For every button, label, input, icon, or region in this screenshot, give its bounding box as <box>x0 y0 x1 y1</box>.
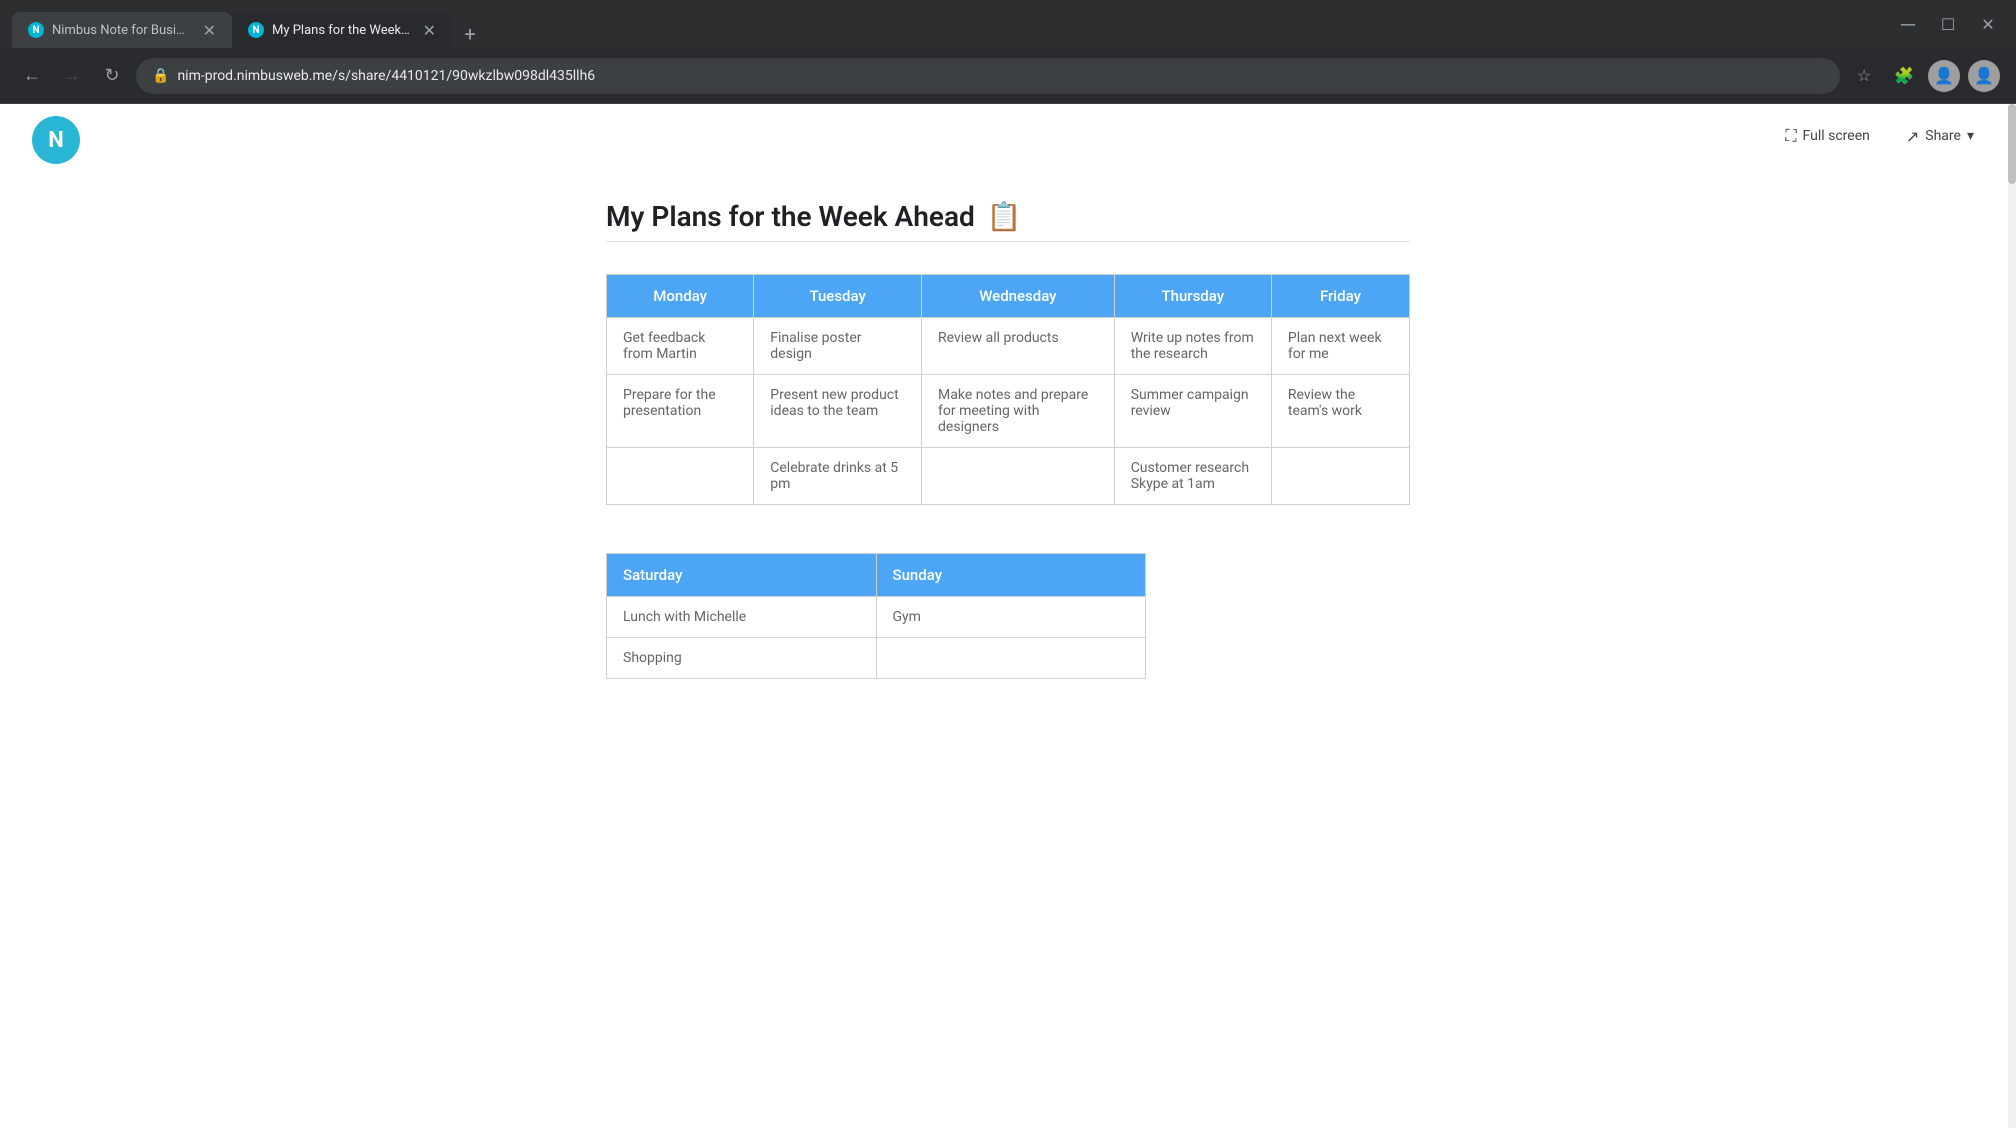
tab-2-icon: N <box>248 22 264 38</box>
tab-1-title: Nimbus Note for Business - Org... <box>52 23 191 38</box>
minimize-button[interactable]: ─ <box>1892 8 1924 40</box>
table-row: Shopping <box>607 638 1146 679</box>
table-row: Prepare for the presentation Present new… <box>607 375 1410 448</box>
share-label: Share <box>1925 128 1961 144</box>
thu-row1: Write up notes from the research <box>1114 318 1271 375</box>
share-button[interactable]: ↗ Share ▾ <box>1896 120 1984 152</box>
page-content: N ⛶ Full screen ↗ Share ▾ My Plans for t… <box>0 104 2016 1128</box>
user-avatar-1[interactable]: 👤 <box>1928 60 1960 92</box>
fullscreen-icon: ⛶ <box>1785 126 1796 146</box>
tab-bar: N Nimbus Note for Business - Org... ✕ N … <box>12 0 1884 48</box>
address-text: nim-prod.nimbusweb.me/s/share/4410121/90… <box>177 68 1824 84</box>
extensions-icon[interactable]: 🧩 <box>1888 60 1920 92</box>
tab-1[interactable]: N Nimbus Note for Business - Org... ✕ <box>12 12 232 48</box>
address-bar[interactable]: 🔒 nim-prod.nimbusweb.me/s/share/4410121/… <box>136 58 1840 94</box>
fri-row2: Review the team's work <box>1271 375 1409 448</box>
header-tuesday: Tuesday <box>754 275 922 318</box>
reload-button[interactable]: ↻ <box>96 60 128 92</box>
mon-row2: Prepare for the presentation <box>607 375 754 448</box>
document-divider <box>606 241 1410 242</box>
header-wednesday: Wednesday <box>922 275 1115 318</box>
tab-2-close[interactable]: ✕ <box>423 21 436 40</box>
weekend-table: Saturday Sunday Lunch with Michelle Gym … <box>606 553 1146 679</box>
scrollbar-track <box>2008 104 2016 1128</box>
tab-2[interactable]: N My Plans for the Week Ahead ✕ <box>232 12 452 48</box>
sun-row1: Gym <box>876 597 1146 638</box>
wed-row3 <box>922 448 1115 505</box>
sat-row1: Lunch with Michelle <box>607 597 877 638</box>
mon-row1: Get feedback from Martin <box>607 318 754 375</box>
tue-row1: Finalise poster design <box>754 318 922 375</box>
thu-row3: Customer research Skype at 1am <box>1114 448 1271 505</box>
document-title-text: My Plans for the Week Ahead <box>606 200 975 233</box>
fullscreen-button[interactable]: ⛶ Full screen <box>1775 120 1880 152</box>
new-tab-button[interactable]: + <box>456 20 484 48</box>
header-monday: Monday <box>607 275 754 318</box>
fri-row3 <box>1271 448 1409 505</box>
table-row: Lunch with Michelle Gym <box>607 597 1146 638</box>
browser-chrome: N Nimbus Note for Business - Org... ✕ N … <box>0 0 2016 48</box>
navigation-bar: ← → ↻ 🔒 nim-prod.nimbusweb.me/s/share/44… <box>0 48 2016 104</box>
maximize-button[interactable]: ☐ <box>1932 8 1964 40</box>
nimbus-logo-n: N <box>48 128 64 153</box>
page-top-bar: ⛶ Full screen ↗ Share ▾ <box>0 104 2016 168</box>
close-button[interactable]: ✕ <box>1972 8 2004 40</box>
wed-row1: Review all products <box>922 318 1115 375</box>
user-avatar-2[interactable]: 👤 <box>1968 60 2000 92</box>
lock-icon: 🔒 <box>152 68 169 84</box>
mon-row3 <box>607 448 754 505</box>
tue-row2: Present new product ideas to the team <box>754 375 922 448</box>
document-area: My Plans for the Week Ahead 📋 Monday Tue… <box>558 168 1458 807</box>
nimbus-logo[interactable]: N <box>32 116 80 164</box>
share-chevron: ▾ <box>1967 128 1974 144</box>
header-friday: Friday <box>1271 275 1409 318</box>
tab-1-icon: N <box>28 22 44 38</box>
thu-row2: Summer campaign review <box>1114 375 1271 448</box>
header-thursday: Thursday <box>1114 275 1271 318</box>
share-icon: ↗ <box>1906 127 1919 146</box>
fullscreen-label: Full screen <box>1803 128 1870 144</box>
tab-2-title: My Plans for the Week Ahead <box>272 23 411 38</box>
wed-row2: Make notes and prepare for meeting with … <box>922 375 1115 448</box>
header-saturday: Saturday <box>607 554 877 597</box>
weekday-table: Monday Tuesday Wednesday Thursday Friday… <box>606 274 1410 505</box>
fri-row1: Plan next week for me <box>1271 318 1409 375</box>
nav-actions: ☆ 🧩 👤 👤 <box>1848 60 2000 92</box>
tab-1-close[interactable]: ✕ <box>203 21 216 40</box>
document-title-icon: 📋 <box>987 200 1022 233</box>
back-button[interactable]: ← <box>16 60 48 92</box>
forward-button[interactable]: → <box>56 60 88 92</box>
tue-row3: Celebrate drinks at 5 pm <box>754 448 922 505</box>
sat-row2: Shopping <box>607 638 877 679</box>
header-sunday: Sunday <box>876 554 1146 597</box>
document-title: My Plans for the Week Ahead 📋 <box>606 200 1410 233</box>
table-row: Celebrate drinks at 5 pm Customer resear… <box>607 448 1410 505</box>
scrollbar-thumb[interactable] <box>2008 104 2016 184</box>
bookmark-icon[interactable]: ☆ <box>1848 60 1880 92</box>
sun-row2 <box>876 638 1146 679</box>
table-row: Get feedback from Martin Finalise poster… <box>607 318 1410 375</box>
